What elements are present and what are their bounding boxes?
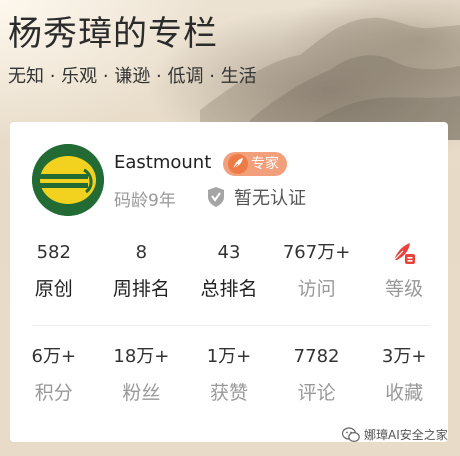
verification-status: 暂无认证	[206, 184, 306, 210]
stat-value: 3万+	[381, 346, 427, 367]
stat-value	[360, 240, 448, 266]
stat-value: 18万+	[113, 346, 170, 367]
stat-weekly-rank[interactable]: 8 周排名	[98, 240, 186, 302]
stat-likes[interactable]: 1万+ 获赞	[185, 344, 273, 406]
stat-value: 8	[135, 242, 148, 263]
avatar[interactable]	[32, 144, 104, 216]
expert-badge-label: 专家	[251, 156, 279, 172]
stat-value: 6万+	[31, 346, 77, 367]
stat-level[interactable]: 等级	[360, 240, 448, 302]
stat-value: 767万+	[282, 242, 351, 263]
expert-quill-icon	[228, 154, 248, 174]
stat-label: 积分	[34, 382, 73, 404]
wechat-icon	[342, 426, 360, 442]
divider	[32, 325, 430, 326]
stat-value: 582	[36, 242, 71, 263]
level-icon	[393, 243, 416, 264]
stat-label: 访问	[297, 278, 336, 300]
verify-text: 暂无认证	[234, 188, 306, 209]
stat-value: 43	[217, 242, 241, 263]
stat-value: 7782	[293, 346, 340, 367]
stat-label: 总排名	[200, 278, 258, 300]
stat-label: 周排名	[112, 278, 170, 300]
stat-label: 收藏	[385, 382, 424, 404]
profile-card: Eastmount 专家 码龄9年 暂无认证 582 原创 8 周排名 43 总…	[10, 122, 448, 442]
watermark-text: 娜璋AI安全之家	[364, 428, 448, 442]
code-age: 码龄9年	[114, 191, 176, 211]
stats-row-bottom: 6万+ 积分 18万+ 粉丝 1万+ 获赞 7782 评论 3万+ 收藏	[10, 344, 448, 406]
stat-comments[interactable]: 7782 评论	[273, 344, 361, 406]
page-title: 杨秀璋的专栏	[8, 14, 218, 54]
stat-total-rank[interactable]: 43 总排名	[185, 240, 273, 302]
shield-icon	[208, 187, 224, 207]
stat-favorites[interactable]: 3万+ 收藏	[360, 344, 448, 406]
stat-label: 粉丝	[122, 382, 161, 404]
stat-visits[interactable]: 767万+ 访问	[273, 240, 361, 302]
stat-value: 1万+	[206, 346, 252, 367]
stat-points[interactable]: 6万+ 积分	[10, 344, 98, 406]
stats-row-top: 582 原创 8 周排名 43 总排名 767万+ 访问 等级	[10, 240, 448, 302]
stat-label: 等级	[385, 278, 424, 300]
username[interactable]: Eastmount	[114, 152, 211, 173]
page-motto: 无知 · 乐观 · 谦逊 · 低调 · 生活	[8, 66, 257, 87]
stat-label: 评论	[297, 382, 336, 404]
stat-label: 原创	[34, 278, 73, 300]
stat-label: 获赞	[209, 382, 248, 404]
expert-badge: 专家	[223, 152, 287, 176]
stat-fans[interactable]: 18万+ 粉丝	[98, 344, 186, 406]
avatar-logo-icon	[32, 144, 104, 216]
watermark: 娜璋AI安全之家	[342, 426, 448, 443]
stat-original[interactable]: 582 原创	[10, 240, 98, 302]
